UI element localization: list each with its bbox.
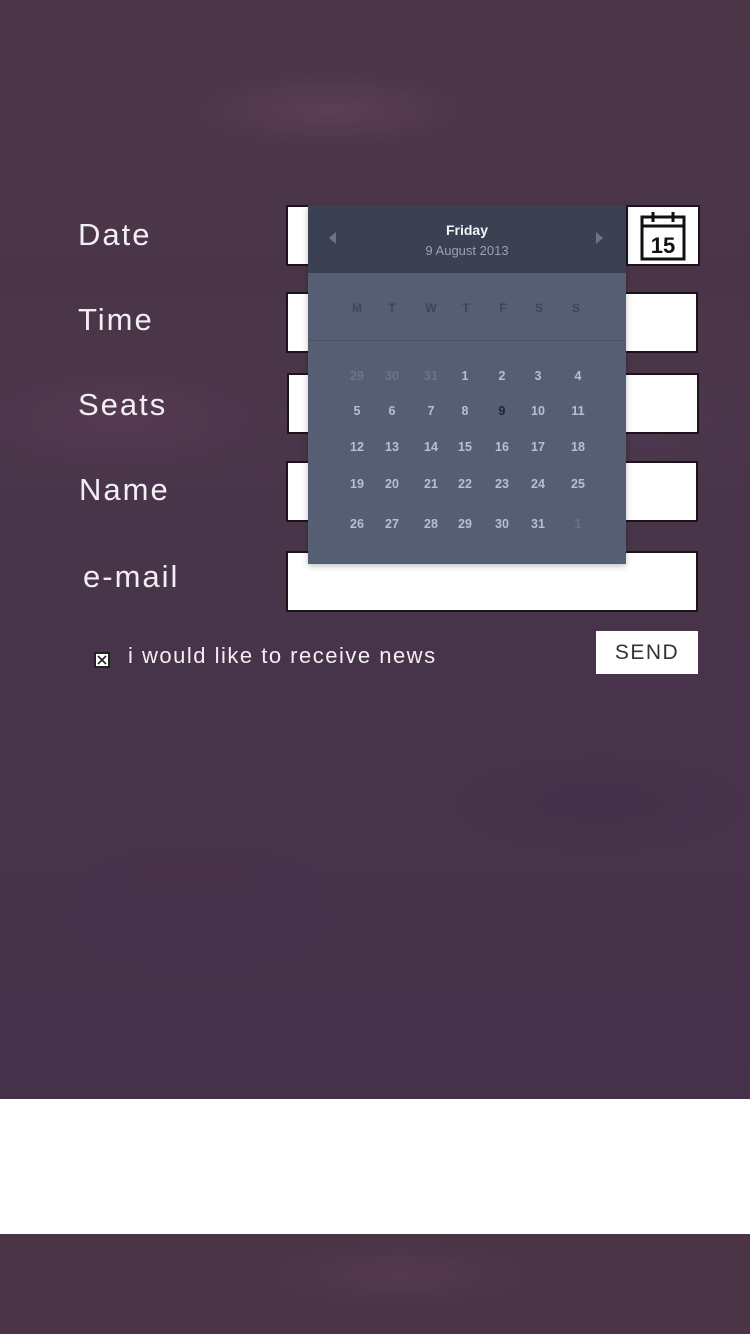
calendar-day[interactable]: 1 — [450, 369, 480, 383]
calendar-day[interactable]: 15 — [450, 440, 480, 454]
time-label: Time — [78, 302, 154, 337]
name-label: Name — [79, 472, 170, 507]
calendar-day[interactable]: 20 — [377, 477, 407, 491]
calendar-day[interactable]: 26 — [342, 517, 372, 531]
datepicker-divider — [308, 340, 626, 341]
calendar-day[interactable]: 8 — [450, 404, 480, 418]
calendar-day[interactable]: 22 — [450, 477, 480, 491]
calendar-day[interactable]: 28 — [416, 517, 446, 531]
news-label: i would like to receive news — [128, 643, 437, 668]
calendar-icon-day: 15 — [651, 233, 675, 258]
checkbox-x-icon — [97, 655, 107, 665]
calendar-day[interactable]: 5 — [342, 404, 372, 418]
background-bottom — [0, 1234, 750, 1334]
weekday-header: S — [571, 301, 580, 315]
seats-label: Seats — [78, 387, 168, 422]
calendar-day[interactable]: 30 — [487, 517, 517, 531]
send-button[interactable]: SEND — [596, 631, 698, 674]
calendar-day[interactable]: 25 — [563, 477, 593, 491]
calendar-day[interactable]: 24 — [523, 477, 553, 491]
email-label: e-mail — [83, 559, 180, 594]
weekday-header: T — [462, 301, 470, 315]
calendar-day[interactable]: 31 — [523, 517, 553, 531]
selected-date: 9 August 2013 — [425, 243, 509, 258]
calendar-day[interactable]: 27 — [377, 517, 407, 531]
white-band — [0, 1099, 750, 1234]
weekday-row: M T W T F S S — [308, 273, 626, 341]
calendar-day[interactable]: 6 — [377, 404, 407, 418]
calendar-day[interactable]: 10 — [523, 404, 553, 418]
datepicker: Friday 9 August 2013 M T W T F S S 29 30 3… — [308, 205, 626, 564]
calendar-day[interactable]: 3 — [523, 369, 553, 383]
calendar-day[interactable]: 14 — [416, 440, 446, 454]
calendar-day[interactable]: 19 — [342, 477, 372, 491]
calendar-day[interactable]: 30 — [377, 369, 407, 383]
calendar-day-selected[interactable]: 9 — [487, 404, 517, 418]
datepicker-header: Friday 9 August 2013 — [308, 205, 626, 273]
calendar-day[interactable]: 2 — [487, 369, 517, 383]
calendar-day[interactable]: 16 — [487, 440, 517, 454]
calendar-day[interactable]: 17 — [523, 440, 553, 454]
weekday-header: T — [388, 301, 396, 315]
calendar-day[interactable]: 11 — [563, 404, 593, 418]
calendar-day[interactable]: 7 — [416, 404, 446, 418]
calendar-day[interactable]: 1 — [563, 517, 593, 531]
calendar-day[interactable]: 4 — [563, 369, 593, 383]
calendar-day[interactable]: 18 — [563, 440, 593, 454]
news-checkbox[interactable] — [94, 652, 110, 668]
calendar-day[interactable]: 13 — [377, 440, 407, 454]
date-label: Date — [78, 217, 152, 252]
selected-weekday: Friday — [445, 222, 488, 238]
weekday-header: S — [534, 301, 543, 315]
calendar-day[interactable]: 31 — [416, 369, 446, 383]
calendar-day[interactable]: 29 — [450, 517, 480, 531]
next-month-icon[interactable] — [596, 232, 603, 244]
calendar-day[interactable]: 29 — [342, 369, 372, 383]
weekday-header: W — [425, 301, 437, 315]
calendar-button[interactable]: 15 — [626, 205, 700, 266]
calendar-day[interactable]: 23 — [487, 477, 517, 491]
weekday-header: M — [352, 301, 362, 315]
calendar-day[interactable]: 21 — [416, 477, 446, 491]
weekday-header: F — [499, 301, 507, 315]
calendar-day[interactable]: 12 — [342, 440, 372, 454]
calendar-icon: 15 — [640, 211, 686, 260]
